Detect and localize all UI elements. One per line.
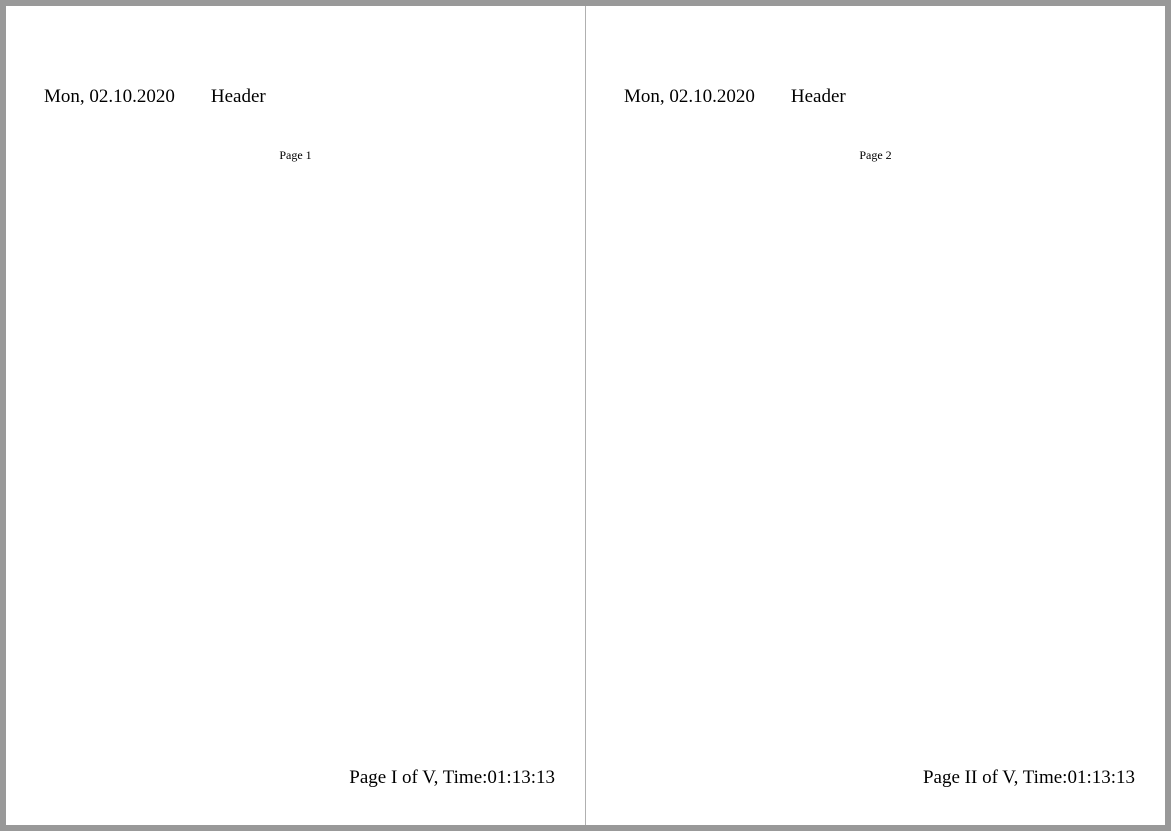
page-header: Mon, 02.10.2020 Header [44, 86, 266, 108]
page-title: Page 1 [6, 148, 585, 163]
header-text: Header [211, 86, 266, 108]
header-date: Mon, 02.10.2020 [624, 86, 755, 108]
header-text: Header [791, 86, 846, 108]
document-page-1: Mon, 02.10.2020 Header Page 1 Page I of … [6, 6, 586, 825]
page-footer: Page I of V, Time:01:13:13 [349, 767, 555, 789]
page-header: Mon, 02.10.2020 Header [624, 86, 846, 108]
document-container: Mon, 02.10.2020 Header Page 1 Page I of … [6, 6, 1165, 825]
header-date: Mon, 02.10.2020 [44, 86, 175, 108]
page-footer: Page II of V, Time:01:13:13 [923, 767, 1135, 789]
page-title: Page 2 [586, 148, 1165, 163]
document-page-2: Mon, 02.10.2020 Header Page 2 Page II of… [586, 6, 1165, 825]
